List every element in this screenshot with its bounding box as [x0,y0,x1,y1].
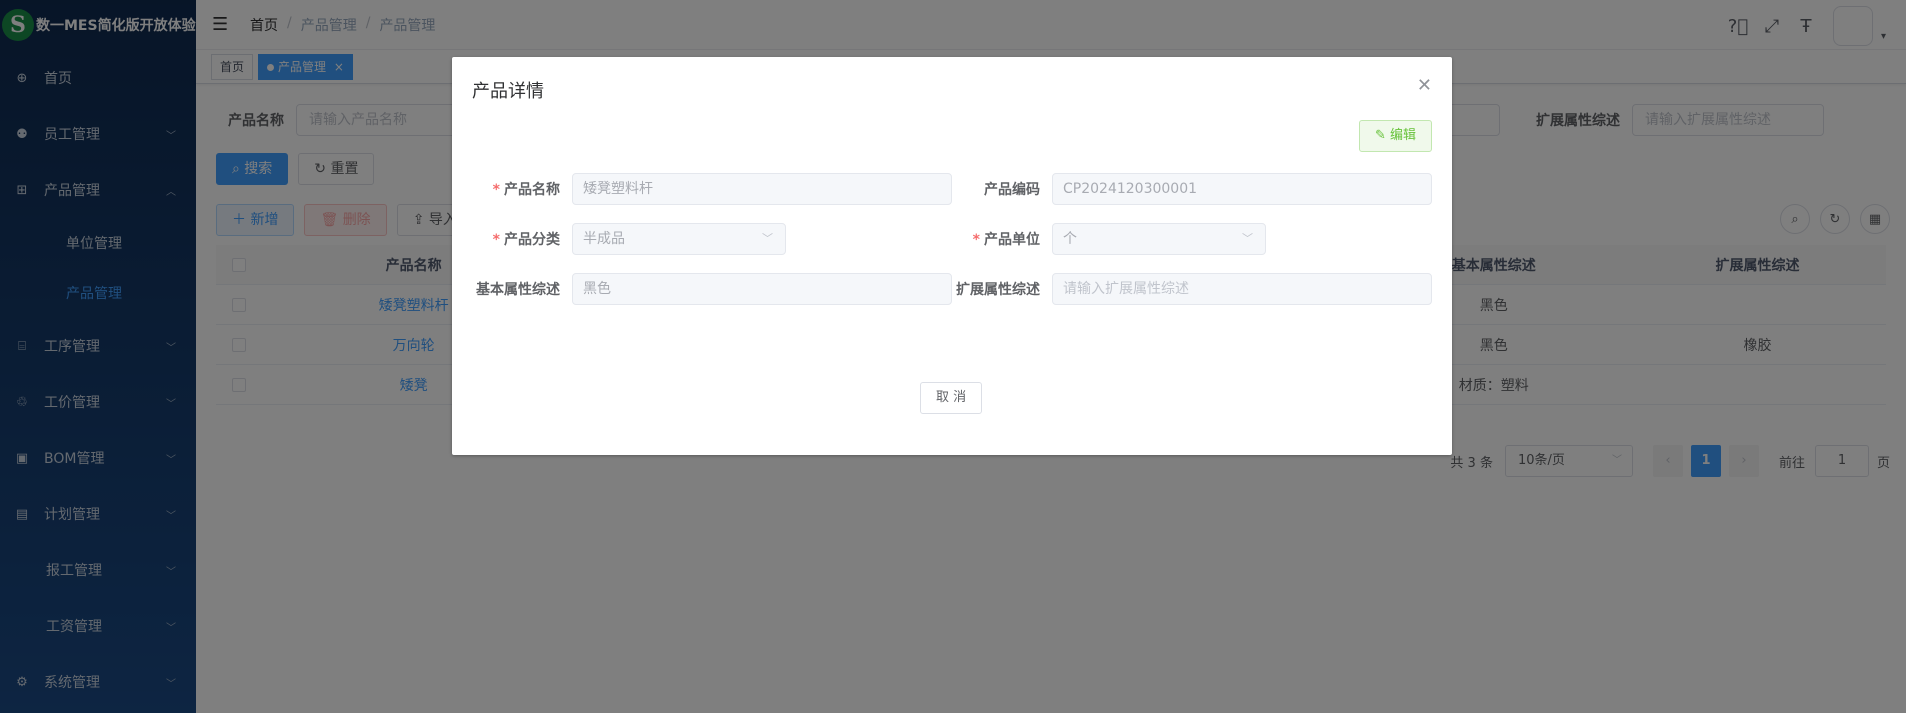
product-code-field[interactable]: CP2024120300001 [1052,173,1432,205]
category-value: 半成品 [583,231,625,247]
product-category-select[interactable]: 半成品 ﹀ [572,223,786,255]
product-unit-select[interactable]: 个 ﹀ [1052,223,1266,255]
label-text: 产品分类 [504,232,560,248]
label-text: 产品名称 [504,182,560,198]
ext-attr-field-label: 扩展属性综述 [956,282,1040,298]
product-name-field-label: * 产品名称 [472,179,572,199]
product-code-field-label: 产品编码 [984,182,1040,198]
dialog-title: 产品详情 [472,81,544,102]
product-detail-dialog: 产品详情 ✕ ✎ 编辑 * 产品名称 矮凳塑料杆 产品编码 CP202412030… [452,57,1452,455]
edit-button[interactable]: ✎ 编辑 [1358,120,1432,152]
required-asterisk: * [492,232,500,248]
form-row-3: 基本属性综述 黑色 扩展属性综述 请输入扩展属性综述 [472,273,1432,305]
required-asterisk: * [972,232,980,248]
form-row-1: * 产品名称 矮凳塑料杆 产品编码 CP2024120300001 [472,173,1432,205]
close-icon[interactable]: ✕ [1417,75,1432,96]
edit-icon: ✎ [1374,128,1390,143]
product-unit-field-label: * 产品单位 [952,229,1052,249]
basic-attr-field[interactable]: 黑色 [572,273,952,305]
chevron-down-icon: ﹀ [762,232,773,245]
required-asterisk: * [492,182,500,198]
unit-value: 个 [1063,231,1077,247]
ext-attr-field[interactable]: 请输入扩展属性综述 [1052,273,1432,305]
label-text: 产品单位 [984,232,1040,248]
edit-button-label: 编辑 [1389,128,1416,143]
form-row-2: * 产品分类 半成品 ﹀ * 产品单位 个 ﹀ [472,223,1432,255]
cancel-button[interactable]: 取 消 [920,382,983,414]
chevron-down-icon: ﹀ [1242,232,1253,245]
product-name-field[interactable]: 矮凳塑料杆 [572,173,952,205]
product-category-field-label: * 产品分类 [472,229,572,249]
basic-attr-field-label: 基本属性综述 [476,282,560,298]
